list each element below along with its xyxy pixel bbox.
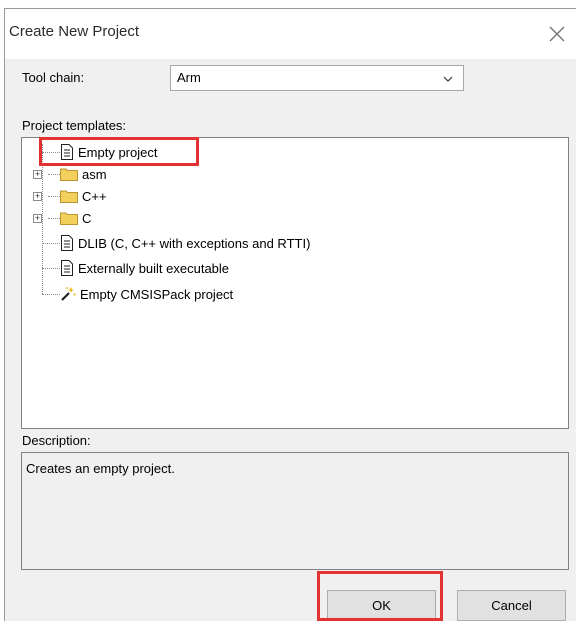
title-bar: Create New Project <box>5 9 576 59</box>
tree-item-cpp[interactable]: C++ <box>60 185 107 207</box>
tree-item-label: C++ <box>82 188 107 204</box>
tree-line <box>42 268 60 269</box>
expand-toggle[interactable]: + <box>33 170 42 179</box>
ok-button[interactable]: OK <box>327 590 436 621</box>
tree-item-label: Empty CMSISPack project <box>80 286 234 302</box>
tree-line <box>42 152 60 153</box>
folder-icon <box>60 190 78 203</box>
tree-item-empty-project[interactable]: Empty project <box>60 141 157 163</box>
description-label: Description: <box>22 433 91 448</box>
close-icon <box>549 26 565 42</box>
tree-item-externally-built[interactable]: Externally built executable <box>60 257 229 279</box>
tree-item-label: Externally built executable <box>78 260 230 276</box>
tree-item-label: DLIB (C, C++ with exceptions and RTTI) <box>78 235 311 251</box>
tree-item-label: asm <box>82 166 107 182</box>
expand-toggle[interactable]: + <box>33 192 42 201</box>
document-icon <box>61 260 73 276</box>
magic-wand-icon <box>61 287 76 301</box>
document-icon <box>61 235 73 251</box>
document-icon <box>61 144 73 160</box>
tree-line <box>42 243 60 244</box>
tree-line <box>48 174 60 175</box>
folder-icon <box>60 212 78 225</box>
templates-tree[interactable]: Empty project + asm + C++ + C DLIB (C, C… <box>21 137 569 429</box>
tree-line <box>42 144 43 294</box>
tree-item-asm[interactable]: asm <box>60 163 107 185</box>
tree-line <box>42 294 60 295</box>
description-text: Creates an empty project. <box>26 461 175 476</box>
toolchain-value: Arm <box>177 70 201 85</box>
tree-item-label: Empty project <box>78 144 158 160</box>
tree-item-empty-cmsispack[interactable]: Empty CMSISPack project <box>60 283 233 305</box>
cancel-button[interactable]: Cancel <box>457 590 566 621</box>
expand-toggle[interactable]: + <box>33 214 42 223</box>
description-box: Creates an empty project. <box>21 452 569 570</box>
tree-item-dlib[interactable]: DLIB (C, C++ with exceptions and RTTI) <box>60 232 310 254</box>
tree-item-c[interactable]: C <box>60 207 91 229</box>
folder-icon <box>60 168 78 181</box>
toolchain-label: Tool chain: <box>22 70 85 85</box>
tree-line <box>48 196 60 197</box>
toolchain-select[interactable]: Arm <box>170 65 464 91</box>
dialog-title: Create New Project <box>9 23 140 40</box>
templates-label: Project templates: <box>22 118 127 133</box>
tree-item-label: C <box>82 210 92 226</box>
close-button[interactable] <box>540 17 574 51</box>
chevron-down-icon <box>443 76 453 82</box>
tree-line <box>48 218 60 219</box>
